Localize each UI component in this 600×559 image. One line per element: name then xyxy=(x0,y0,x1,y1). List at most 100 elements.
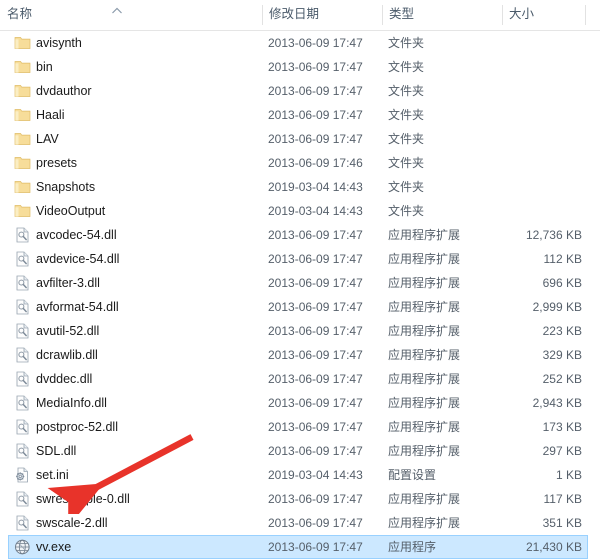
cell-size xyxy=(500,199,582,223)
cell-name[interactable]: postproc-52.dll xyxy=(14,415,260,439)
cell-date: 2013-06-09 17:47 xyxy=(268,535,380,559)
table-row[interactable]: avisynth 2013-06-09 17:47 文件夹 xyxy=(0,31,600,55)
table-row[interactable]: avfilter-3.dll 2013-06-09 17:47 应用程序扩展 696 … xyxy=(0,271,600,295)
cell-name[interactable]: bin xyxy=(14,55,260,79)
file-name-label: dvddec.dll xyxy=(36,372,93,386)
table-row[interactable]: dvddec.dll 2013-06-09 17:47 应用程序扩展 252 KB xyxy=(0,367,600,391)
cell-type: 应用程序扩展 xyxy=(388,487,500,511)
file-name-label: set.ini xyxy=(36,468,69,482)
file-name-label: swresample-0.dll xyxy=(36,492,130,506)
dll-file-icon xyxy=(14,371,31,387)
table-row-selected[interactable]: vv.exe 2013-06-09 17:47 应用程序 21,430 KB xyxy=(0,535,600,559)
table-row[interactable]: bin 2013-06-09 17:47 文件夹 xyxy=(0,55,600,79)
table-row[interactable]: swscale-2.dll 2013-06-09 17:47 应用程序扩展 351 K… xyxy=(0,511,600,535)
cell-name[interactable]: MediaInfo.dll xyxy=(14,391,260,415)
cell-date: 2013-06-09 17:47 xyxy=(268,415,380,439)
file-type-label: 应用程序 xyxy=(388,540,437,554)
cell-name[interactable]: swresample-0.dll xyxy=(14,487,260,511)
cell-name[interactable]: SDL.dll xyxy=(14,439,260,463)
cell-name[interactable]: dvdauthor xyxy=(14,79,260,103)
cell-name[interactable]: avfilter-3.dll xyxy=(14,271,260,295)
file-size-label: 329 KB xyxy=(542,348,582,362)
dll-file-icon xyxy=(14,443,31,459)
table-row[interactable]: swresample-0.dll 2013-06-09 17:47 应用程序扩展 11… xyxy=(0,487,600,511)
dll-file-icon xyxy=(14,227,31,243)
file-type-label: 应用程序扩展 xyxy=(388,276,461,290)
cell-name[interactable]: avdevice-54.dll xyxy=(14,247,260,271)
table-row[interactable]: MediaInfo.dll 2013-06-09 17:47 应用程序扩展 2,943… xyxy=(0,391,600,415)
cell-size xyxy=(500,151,582,175)
file-type-label: 应用程序扩展 xyxy=(388,444,461,458)
table-row[interactable]: avformat-54.dll 2013-06-09 17:47 应用程序扩展 2,9… xyxy=(0,295,600,319)
table-row[interactable]: presets 2013-06-09 17:46 文件夹 xyxy=(0,151,600,175)
cell-size: 696 KB xyxy=(500,271,582,295)
sort-ascending-icon xyxy=(111,6,123,16)
cell-name[interactable]: swscale-2.dll xyxy=(14,511,260,535)
cell-size: 173 KB xyxy=(500,415,582,439)
cell-name[interactable]: presets xyxy=(14,151,260,175)
file-name-label: Haali xyxy=(36,108,65,122)
file-type-label: 应用程序扩展 xyxy=(388,372,461,386)
cell-date: 2013-06-09 17:47 xyxy=(268,319,380,343)
cell-type: 文件夹 xyxy=(388,175,500,199)
cell-type: 应用程序扩展 xyxy=(388,391,500,415)
cell-date: 2013-06-09 17:47 xyxy=(268,223,380,247)
table-row[interactable]: set.ini 2019-03-04 14:43 配置设置 1 KB xyxy=(0,463,600,487)
cell-name[interactable]: dcrawlib.dll xyxy=(14,343,260,367)
column-header-size[interactable]: 大小 xyxy=(502,0,585,29)
table-row[interactable]: postproc-52.dll 2013-06-09 17:47 应用程序扩展 173… xyxy=(0,415,600,439)
cell-name[interactable]: avformat-54.dll xyxy=(14,295,260,319)
file-type-label: 应用程序扩展 xyxy=(388,420,461,434)
file-type-label: 应用程序扩展 xyxy=(388,516,461,530)
cell-name[interactable]: dvddec.dll xyxy=(14,367,260,391)
column-header-name[interactable]: 名称 xyxy=(0,0,262,29)
dll-file-icon xyxy=(14,251,31,267)
file-name-label: avutil-52.dll xyxy=(36,324,100,338)
cell-name[interactable]: LAV xyxy=(14,127,260,151)
column-header-name-label: 名称 xyxy=(7,7,33,21)
cell-name[interactable]: vv.exe xyxy=(14,535,260,559)
file-name-label: SDL.dll xyxy=(36,444,77,458)
file-type-label: 应用程序扩展 xyxy=(388,396,461,410)
file-name-label: avformat-54.dll xyxy=(36,300,119,314)
column-header-type[interactable]: 类型 xyxy=(382,0,502,29)
file-date-label: 2013-06-09 17:47 xyxy=(268,300,363,314)
cell-name[interactable]: avisynth xyxy=(14,31,260,55)
cell-date: 2013-06-09 17:47 xyxy=(268,367,380,391)
dll-file-icon xyxy=(14,491,31,507)
ini-file-icon xyxy=(14,467,31,483)
cell-type: 文件夹 xyxy=(388,31,500,55)
table-row[interactable]: dcrawlib.dll 2013-06-09 17:47 应用程序扩展 329 KB xyxy=(0,343,600,367)
dll-file-icon xyxy=(14,299,31,315)
cell-date: 2013-06-09 17:47 xyxy=(268,247,380,271)
table-row[interactable]: VideoOutput 2019-03-04 14:43 文件夹 xyxy=(0,199,600,223)
cell-name[interactable]: Snapshots xyxy=(14,175,260,199)
table-row[interactable]: avdevice-54.dll 2013-06-09 17:47 应用程序扩展 112… xyxy=(0,247,600,271)
file-date-label: 2013-06-09 17:47 xyxy=(268,372,363,386)
table-row[interactable]: avcodec-54.dll 2013-06-09 17:47 应用程序扩展 12,7… xyxy=(0,223,600,247)
file-date-label: 2013-06-09 17:47 xyxy=(268,252,363,266)
cell-size: 12,736 KB xyxy=(500,223,582,247)
cell-name[interactable]: avutil-52.dll xyxy=(14,319,260,343)
cell-type: 文件夹 xyxy=(388,199,500,223)
column-divider-size-end[interactable] xyxy=(585,5,586,25)
cell-name[interactable]: Haali xyxy=(14,103,260,127)
cell-name[interactable]: set.ini xyxy=(14,463,260,487)
table-row[interactable]: LAV 2013-06-09 17:47 文件夹 xyxy=(0,127,600,151)
table-row[interactable]: dvdauthor 2013-06-09 17:47 文件夹 xyxy=(0,79,600,103)
table-row[interactable]: SDL.dll 2013-06-09 17:47 应用程序扩展 297 KB xyxy=(0,439,600,463)
table-row[interactable]: Snapshots 2019-03-04 14:43 文件夹 xyxy=(0,175,600,199)
file-size-label: 12,736 KB xyxy=(525,228,582,242)
table-row[interactable]: avutil-52.dll 2013-06-09 17:47 应用程序扩展 223 K… xyxy=(0,319,600,343)
cell-date: 2013-06-09 17:47 xyxy=(268,127,380,151)
cell-size xyxy=(500,55,582,79)
table-row[interactable]: Haali 2013-06-09 17:47 文件夹 xyxy=(0,103,600,127)
cell-name[interactable]: avcodec-54.dll xyxy=(14,223,260,247)
cell-name[interactable]: VideoOutput xyxy=(14,199,260,223)
column-header-date[interactable]: 修改日期 xyxy=(262,0,382,29)
file-type-label: 应用程序扩展 xyxy=(388,324,461,338)
folder-icon xyxy=(14,155,31,171)
cell-date: 2019-03-04 14:43 xyxy=(268,175,380,199)
cell-type: 文件夹 xyxy=(388,55,500,79)
cell-date: 2013-06-09 17:47 xyxy=(268,391,380,415)
